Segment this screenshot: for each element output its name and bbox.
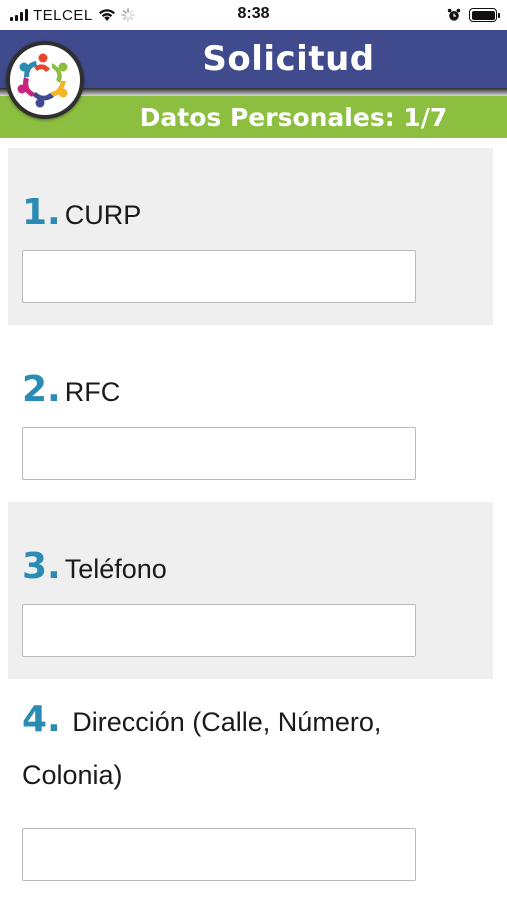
question-number: 1. bbox=[22, 192, 61, 233]
people-circle-logo-icon bbox=[17, 53, 68, 108]
question-text: CURP bbox=[64, 200, 142, 230]
question-label-telefono: 3. Teléfono bbox=[22, 546, 167, 587]
question-text: Teléfono bbox=[64, 554, 167, 584]
question-block-telefono: 3. Teléfono bbox=[8, 502, 493, 679]
question-label-direccion: 4. Dirección (Calle, Número, Colonia) bbox=[22, 693, 482, 802]
question-label-curp: 1. CURP bbox=[22, 192, 141, 233]
status-bar: TELCEL 8:38 bbox=[0, 0, 507, 30]
rfc-input[interactable] bbox=[22, 427, 416, 480]
question-label-rfc: 2. RFC bbox=[22, 369, 120, 410]
alarm-clock-icon bbox=[447, 8, 461, 21]
question-text: Dirección (Calle, Número, Colonia) bbox=[22, 707, 382, 790]
question-block-curp: 1. CURP bbox=[8, 148, 493, 325]
status-right bbox=[447, 6, 500, 24]
curp-input[interactable] bbox=[22, 250, 416, 303]
question-number: 3. bbox=[22, 546, 61, 587]
question-text: RFC bbox=[64, 377, 121, 407]
question-block-direccion: 4. Dirección (Calle, Número, Colonia) bbox=[8, 679, 493, 900]
question-number: 4. bbox=[22, 699, 61, 740]
question-number: 2. bbox=[22, 369, 61, 410]
page-title: Solicitud bbox=[202, 39, 375, 79]
direccion-input[interactable] bbox=[22, 828, 416, 881]
battery-fill bbox=[471, 10, 495, 20]
question-block-rfc: 2. RFC bbox=[8, 325, 493, 502]
status-time: 8:38 bbox=[237, 5, 270, 22]
telefono-input[interactable] bbox=[22, 604, 416, 657]
app-logo bbox=[6, 41, 84, 119]
battery-icon bbox=[469, 8, 500, 22]
